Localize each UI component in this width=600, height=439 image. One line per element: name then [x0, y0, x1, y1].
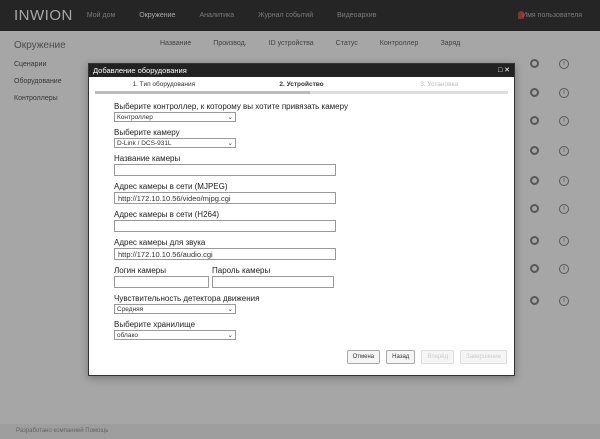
- storage-label: Выберите хранилище: [114, 320, 196, 329]
- chevron-down-icon: ⌄: [227, 332, 233, 339]
- sensitivity-select[interactable]: Средняя ⌄: [114, 304, 236, 314]
- controller-label: Выберите контроллер, к которому вы хотит…: [114, 102, 348, 111]
- camera-value: D-Link / DCS-931L: [117, 139, 172, 147]
- chevron-down-icon: ⌄: [227, 306, 233, 313]
- cancel-button[interactable]: Отмена: [346, 350, 381, 364]
- storage-select[interactable]: облако ⌄: [114, 330, 236, 340]
- password-label: Пароль камеры: [212, 266, 271, 275]
- audio-url-input[interactable]: http://172.10.10.56/audio.cgi: [114, 248, 336, 260]
- wizard-progress: [95, 91, 508, 94]
- chevron-down-icon: ⌄: [227, 140, 233, 147]
- camera-name-input[interactable]: [114, 164, 336, 176]
- step-2: 2. Устройство: [279, 81, 324, 88]
- h264-url-input[interactable]: [114, 220, 336, 232]
- add-equipment-dialog: Добавление оборудования □ ✕ 1. Тип обору…: [88, 63, 515, 376]
- device-form: Выберите контроллер, к которому вы хотит…: [114, 102, 348, 346]
- finish-button[interactable]: Завершение: [460, 350, 507, 364]
- password-input[interactable]: [212, 276, 334, 288]
- mjpeg-label: Адрес камеры в сети (MJPEG): [114, 182, 228, 191]
- login-label: Логин камеры: [114, 266, 166, 275]
- camera-select[interactable]: D-Link / DCS-931L ⌄: [114, 138, 236, 148]
- camera-label: Выберите камеру: [114, 128, 180, 137]
- sensitivity-value: Средняя: [117, 305, 144, 313]
- controller-select[interactable]: Контроллер ⌄: [114, 112, 236, 122]
- dialog-title: Добавление оборудования: [93, 66, 187, 75]
- audio-label: Адрес камеры для звука: [114, 238, 206, 247]
- storage-value: облако: [117, 331, 138, 339]
- progress-fill: [95, 91, 310, 94]
- chevron-down-icon: ⌄: [227, 114, 233, 121]
- wizard-steps: 1. Тип оборудования 2. Устройство 3. Уст…: [95, 81, 508, 91]
- step-3: 3. Установка: [420, 81, 459, 88]
- back-button[interactable]: Назад: [386, 350, 416, 364]
- next-button[interactable]: Вперёд: [421, 350, 455, 364]
- h264-label: Адрес камеры в сети (H264): [114, 210, 220, 219]
- controller-value: Контроллер: [117, 113, 153, 121]
- close-icon[interactable]: ✕: [504, 67, 510, 74]
- dialog-titlebar: Добавление оборудования □ ✕: [89, 64, 514, 77]
- step-1: 1. Тип оборудования: [132, 81, 196, 88]
- sensitivity-label: Чувствительность детектора движения: [114, 294, 260, 303]
- login-input[interactable]: [114, 276, 209, 288]
- camera-name-label: Название камеры: [114, 154, 181, 163]
- maximize-icon[interactable]: □: [498, 67, 502, 74]
- mjpeg-url-input[interactable]: http://172.10.10.56/video/mjpg.cgi: [114, 192, 336, 204]
